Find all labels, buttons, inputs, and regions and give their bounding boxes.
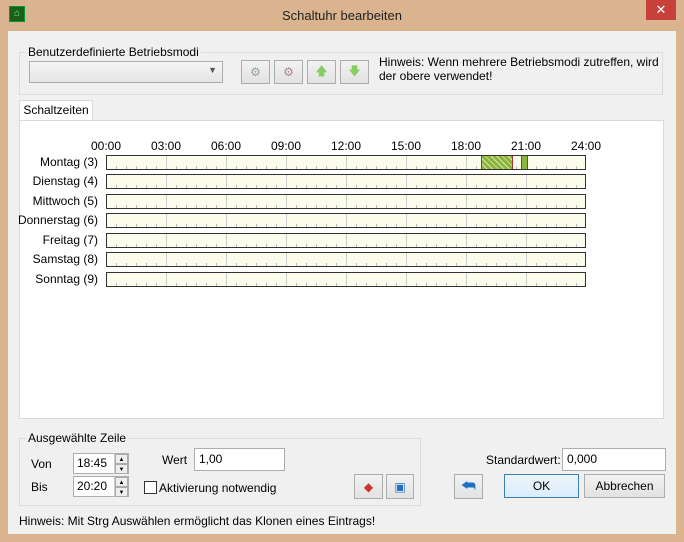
- day-label: Sonntag (9): [35, 272, 98, 286]
- mode-select[interactable]: ▼: [29, 61, 223, 83]
- move-down-button[interactable]: 🡇: [340, 60, 369, 84]
- hour-label: 06:00: [210, 139, 242, 153]
- wert-input[interactable]: 1,00: [194, 448, 285, 471]
- day-label: Dienstag (4): [32, 174, 98, 188]
- ok-button[interactable]: OK: [504, 474, 579, 498]
- clone-button[interactable]: ▣: [386, 474, 414, 499]
- day-row-bar[interactable]: [106, 174, 586, 189]
- hour-label: 03:00: [150, 139, 182, 153]
- cancel-button[interactable]: Abbrechen: [584, 474, 665, 498]
- day-row-bar[interactable]: [106, 233, 586, 248]
- window-title: Schaltuhr bearbeiten: [282, 8, 402, 23]
- day-label: Freitag (7): [42, 233, 98, 247]
- modes-hint: Hinweis: Wenn mehrere Betriebsmodi zutre…: [379, 55, 659, 83]
- time-segment[interactable]: [481, 156, 513, 169]
- day-row-bar[interactable]: [106, 194, 586, 209]
- hour-label: 09:00: [270, 139, 302, 153]
- hour-label: 24:00: [570, 139, 602, 153]
- hour-label: 15:00: [390, 139, 422, 153]
- standard-label: Standardwert:: [486, 453, 561, 467]
- undo-button[interactable]: ⮪: [454, 474, 483, 499]
- eraser-icon: ◆: [363, 479, 374, 494]
- day-label: Donnerstag (6): [17, 213, 98, 227]
- wert-label: Wert: [162, 453, 188, 467]
- modes-group-label: Benutzerdefinierte Betriebsmodi: [26, 45, 201, 59]
- undo-arrow-icon: ⮪: [461, 477, 476, 495]
- clone-icon: ▣: [394, 479, 406, 494]
- move-up-button[interactable]: 🡅: [307, 60, 336, 84]
- day-label: Mittwoch (5): [32, 194, 98, 208]
- activation-checkbox[interactable]: [144, 481, 157, 494]
- title-bar[interactable]: ⌂ Schaltuhr bearbeiten ✕: [0, 0, 684, 31]
- close-button[interactable]: ✕: [646, 0, 676, 20]
- von-label: Von: [31, 457, 52, 471]
- day-row-bar[interactable]: [106, 155, 586, 170]
- bis-label: Bis: [31, 480, 48, 494]
- tab-schaltzeiten[interactable]: Schaltzeiten: [19, 100, 93, 121]
- day-row-bar[interactable]: [106, 272, 586, 287]
- hour-label: 12:00: [330, 139, 362, 153]
- von-spinner[interactable]: ▲ ▼: [114, 454, 128, 474]
- day-label: Montag (3): [39, 155, 98, 169]
- add-mode-button[interactable]: ⚙: [241, 60, 270, 84]
- day-row-bar[interactable]: [106, 252, 586, 267]
- day-label: Samstag (8): [32, 252, 98, 266]
- time-segment[interactable]: [521, 156, 528, 169]
- clock-add-icon: ⚙: [250, 65, 261, 79]
- chevron-down-icon: ▼: [208, 65, 217, 75]
- activation-label: Aktivierung notwendig: [159, 481, 277, 495]
- von-time-input[interactable]: 18:45 ▲ ▼: [73, 453, 129, 474]
- footer-hint: Hinweis: Mit Strg Auswählen ermöglicht d…: [19, 514, 376, 528]
- delete-mode-button[interactable]: ⚙: [274, 60, 303, 84]
- day-row-bar[interactable]: [106, 213, 586, 228]
- hour-label: 18:00: [450, 139, 482, 153]
- arrow-up-icon: 🡅: [315, 63, 328, 78]
- hour-label: 21:00: [510, 139, 542, 153]
- bis-spinner[interactable]: ▲ ▼: [114, 477, 128, 497]
- erase-button[interactable]: ◆: [354, 474, 383, 499]
- clock-delete-icon: ⚙: [283, 65, 294, 79]
- arrow-down-icon: 🡇: [348, 63, 361, 78]
- hour-label: 00:00: [90, 139, 122, 153]
- standard-input[interactable]: 0,000: [562, 448, 666, 471]
- selection-group-label: Ausgewählte Zeile: [26, 431, 129, 445]
- bis-time-input[interactable]: 20:20 ▲ ▼: [73, 476, 129, 497]
